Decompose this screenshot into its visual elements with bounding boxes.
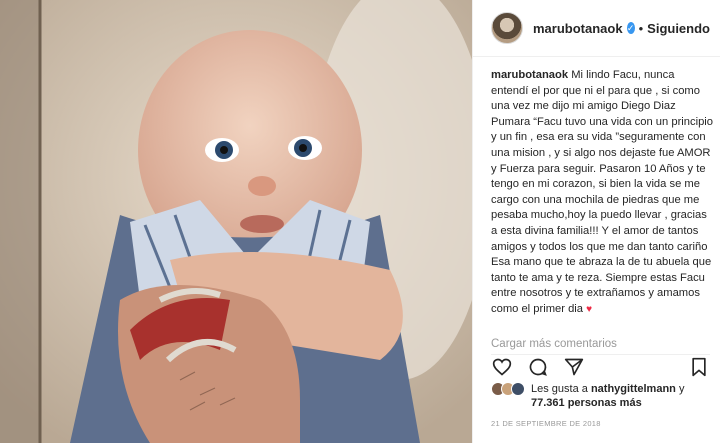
likes-summary: Les gusta a nathygittelmann y 77.361 per… xyxy=(491,382,684,410)
header-separator: • xyxy=(638,20,644,36)
caption-text: Mi lindo Facu, nunca entendí el por que … xyxy=(491,69,714,315)
save-icon[interactable] xyxy=(688,356,710,378)
liker-username[interactable]: nathygittelmann xyxy=(591,383,676,395)
post-photo[interactable] xyxy=(0,0,472,443)
load-more-comments[interactable]: Cargar más comentarios xyxy=(491,338,617,350)
heart-emoji: ♥ xyxy=(586,303,593,315)
post-caption: marubotanaok Mi lindo Facu, nunca entend… xyxy=(491,68,713,318)
likes-conjunction: y xyxy=(678,383,685,395)
post-sidebar: marubotanaok ✓ • Siguiendo marubotanaok … xyxy=(472,0,720,443)
instagram-post: marubotanaok ✓ • Siguiendo marubotanaok … xyxy=(0,0,720,443)
following-button[interactable]: Siguiendo xyxy=(647,21,710,36)
comment-icon[interactable] xyxy=(527,356,549,378)
share-icon[interactable] xyxy=(563,356,585,378)
action-bar xyxy=(491,354,710,378)
likes-prefix: Les gusta a xyxy=(531,383,588,395)
verified-icon: ✓ xyxy=(626,22,635,34)
post-header: marubotanaok ✓ • Siguiendo xyxy=(473,0,720,57)
avatar[interactable] xyxy=(491,12,523,44)
caption-username[interactable]: marubotanaok xyxy=(491,69,568,81)
baby-photo-illustration xyxy=(0,0,472,443)
liker-avatar[interactable] xyxy=(511,382,525,396)
like-icon[interactable] xyxy=(491,356,513,378)
likes-count[interactable]: 77.361 personas más xyxy=(531,397,642,409)
header-username[interactable]: marubotanaok xyxy=(533,21,623,36)
likes-text: Les gusta a nathygittelmann y 77.361 per… xyxy=(531,382,684,410)
post-date[interactable]: 21 DE SEPTIEMBRE DE 2018 xyxy=(491,419,601,428)
